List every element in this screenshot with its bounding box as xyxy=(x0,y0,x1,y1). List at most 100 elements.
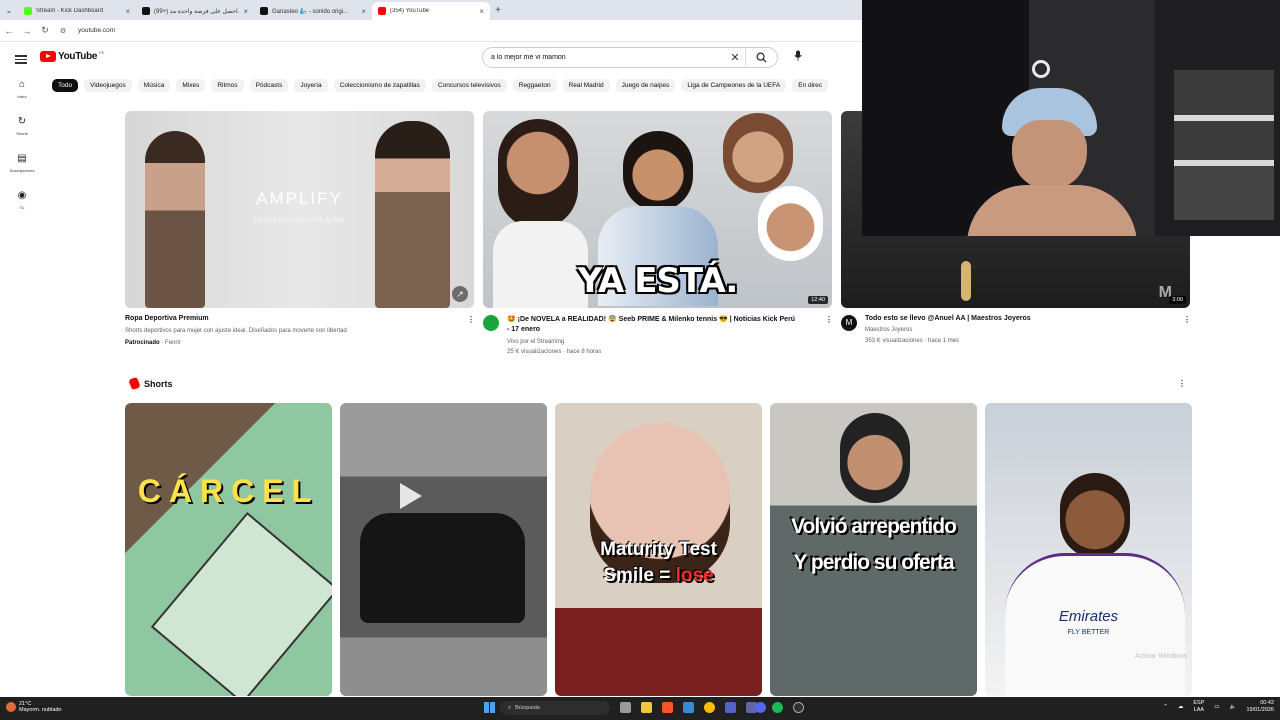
video-title[interactable]: Todo esto se llevo @Anuel AA | Maestros … xyxy=(865,315,1031,322)
chrome-icon[interactable] xyxy=(704,702,715,713)
short-thumbnail[interactable]: Maturity Test Smile = lose xyxy=(555,403,762,696)
chip-reggaeton[interactable]: Reggaeton xyxy=(512,78,557,92)
obs-icon[interactable] xyxy=(793,702,804,713)
chip-en-direc[interactable]: En direc xyxy=(792,78,829,92)
car-image xyxy=(360,513,525,623)
weather-widget[interactable]: 21°C Mayorm. nublado xyxy=(19,701,62,713)
chip-coleccionismo-de-zapatillas[interactable]: Coleccionismo de zapatillas xyxy=(333,78,426,92)
tiktok-favicon-icon xyxy=(260,7,268,15)
brave-browser-icon[interactable] xyxy=(662,702,673,713)
short-text: CÁRCEL xyxy=(137,473,320,509)
onedrive-icon[interactable]: ☁ xyxy=(1178,704,1184,710)
browser-tab[interactable]: (99+) احصل على فرصة واحدة مد... × xyxy=(136,2,254,20)
short-thumbnail[interactable] xyxy=(340,403,547,696)
chip-juego-de-naipes[interactable]: Juego de naipes xyxy=(615,78,676,92)
windows-taskbar: 21°C Mayorm. nublado ⌕ Búsqueda ⌃ ☁ ESP L… xyxy=(0,697,1280,720)
channel-avatar[interactable]: M xyxy=(841,315,857,331)
forward-arrow-icon[interactable]: → xyxy=(18,26,36,36)
chip-mixes[interactable]: Mixes xyxy=(176,78,206,92)
channel-avatar[interactable] xyxy=(483,315,499,331)
chip-joyería[interactable]: Joyería xyxy=(294,78,328,92)
taskbar-search[interactable]: ⌕ Búsqueda xyxy=(500,701,610,715)
discord-icon[interactable] xyxy=(755,702,766,713)
clock[interactable]: 00:42 19/01/2026 xyxy=(1246,700,1274,714)
video-title-line2[interactable]: - 17 enero xyxy=(507,326,540,333)
app-icon[interactable] xyxy=(725,702,736,713)
browser-tab[interactable]: Ganasteo 🧞‍♂️ - sonido origi... × xyxy=(254,2,372,20)
sidebar-item-home[interactable]: ⌂ Inicio xyxy=(0,78,44,115)
youtube-wordmark: YouTube xyxy=(58,51,98,62)
close-tab-icon[interactable]: × xyxy=(479,7,484,16)
more-options-icon[interactable]: ⋮ xyxy=(467,315,475,324)
voice-search-mic-icon[interactable] xyxy=(790,50,806,66)
sponsored-line: Patrocinado · Fenrir xyxy=(125,340,181,346)
search-box: ✕ xyxy=(482,47,778,68)
search-icon xyxy=(756,52,767,63)
windows-start-icon[interactable] xyxy=(484,702,495,713)
tray-chevron-icon[interactable]: ⌃ xyxy=(1163,704,1168,710)
search-button[interactable] xyxy=(745,48,777,67)
search-icon: ⌕ xyxy=(508,704,512,711)
volume-icon[interactable]: 🔈 xyxy=(1230,704,1237,710)
channel-name[interactable]: Vivo por el Streaming xyxy=(507,339,564,345)
short-thumbnail[interactable]: Volvió arrepentido Y perdio su oferta xyxy=(770,403,977,696)
spotify-icon[interactable] xyxy=(772,702,783,713)
more-options-icon[interactable]: ⋮ xyxy=(1183,315,1191,324)
video-title[interactable]: 🤩 ¡De NOVELA a REALIDAD! 😨 Seeb PRIME & … xyxy=(507,315,823,323)
person-2 xyxy=(623,131,693,211)
video-thumbnail-text: YA ESTÁ. xyxy=(577,261,739,301)
reload-icon[interactable]: ↻ xyxy=(36,25,54,36)
back-arrow-icon[interactable]: ← xyxy=(0,26,18,36)
clear-search-icon[interactable]: ✕ xyxy=(725,51,745,64)
short-text-highlight: lose xyxy=(675,565,714,586)
chip-ritmos[interactable]: Ritmos xyxy=(211,78,244,92)
advertiser-name: Fenrir xyxy=(165,340,181,346)
channel-name[interactable]: Maestros Joyeros xyxy=(865,327,912,333)
sidebar-item-subscriptions[interactable]: ▤ Suscripciones xyxy=(0,152,44,189)
short-thumbnail[interactable]: CÁRCEL xyxy=(125,403,332,696)
you-icon: ◉ xyxy=(17,190,27,201)
new-tab-icon[interactable]: + xyxy=(490,5,506,16)
video-title[interactable]: Ropa Deportiva Premium xyxy=(125,315,209,322)
video-stats: 353 K visualizaciones · hace 1 mes xyxy=(865,338,960,344)
file-explorer-icon[interactable] xyxy=(641,702,652,713)
weather-icon xyxy=(6,702,16,712)
tab-search-icon[interactable]: ⌄ xyxy=(0,6,18,15)
sidebar-item-you[interactable]: ◉ Tú xyxy=(0,189,44,226)
language-indicator[interactable]: ESP LAA xyxy=(1193,700,1204,714)
photos-icon[interactable] xyxy=(683,702,694,713)
short-text: Volvió arrepentido xyxy=(791,515,957,538)
open-link-icon[interactable]: ↗ xyxy=(452,286,468,302)
youtube-logo[interactable]: YouTube PE xyxy=(40,50,105,62)
chip-videojuegos[interactable]: Videojuegos xyxy=(84,78,132,92)
chip-todo[interactable]: Todo xyxy=(52,78,79,92)
video-thumbnail[interactable]: AMPLIFY Hecho para hacerte brillar ↗ xyxy=(125,111,474,308)
ring-light xyxy=(1032,60,1050,78)
task-view-icon[interactable] xyxy=(620,702,631,713)
close-tab-icon[interactable]: × xyxy=(243,7,248,16)
chip-real-madrid[interactable]: Real Madrid xyxy=(562,78,610,92)
site-info-icon[interactable]: ⚙ xyxy=(54,27,72,35)
video-thumbnail[interactable]: YA ESTÁ. 12:40 xyxy=(483,111,832,308)
browser-tab-active[interactable]: (354) YouTube × xyxy=(372,2,490,20)
search-input[interactable] xyxy=(491,54,725,61)
webcam-overlay xyxy=(862,0,1280,236)
close-tab-icon[interactable]: × xyxy=(125,7,130,16)
close-tab-icon[interactable]: × xyxy=(361,7,366,16)
video-duration: 12:40 xyxy=(808,296,828,304)
browser-tab[interactable]: Stream - Kick Dashboard × xyxy=(18,2,136,20)
menu-icon[interactable] xyxy=(15,53,27,66)
network-icon[interactable]: ▭ xyxy=(1214,704,1219,710)
sponsored-label: Patrocinado xyxy=(125,340,160,346)
chip-liga-de-campeones-de-la-uefa[interactable]: Liga de Campeones de la UEFA xyxy=(681,78,787,92)
sidebar-item-label: Suscripciones xyxy=(9,168,35,173)
sidebar-item-shorts[interactable]: ↻ Shorts xyxy=(0,115,44,152)
video-duration: 3:00 xyxy=(1169,296,1186,304)
chip-concursos-televisivos[interactable]: Concursos televisivos xyxy=(431,78,507,92)
more-options-icon[interactable]: ⋮ xyxy=(825,315,833,324)
chip-música[interactable]: Música xyxy=(137,78,171,92)
chip-pódcasts[interactable]: Pódcasts xyxy=(249,78,289,92)
browser-tab-strip: ⌄ Stream - Kick Dashboard × (99+) احصل ع… xyxy=(0,0,862,20)
shorts-more-options-icon[interactable]: ⋮ xyxy=(1178,379,1186,388)
url-field[interactable]: youtube.com xyxy=(78,27,115,34)
